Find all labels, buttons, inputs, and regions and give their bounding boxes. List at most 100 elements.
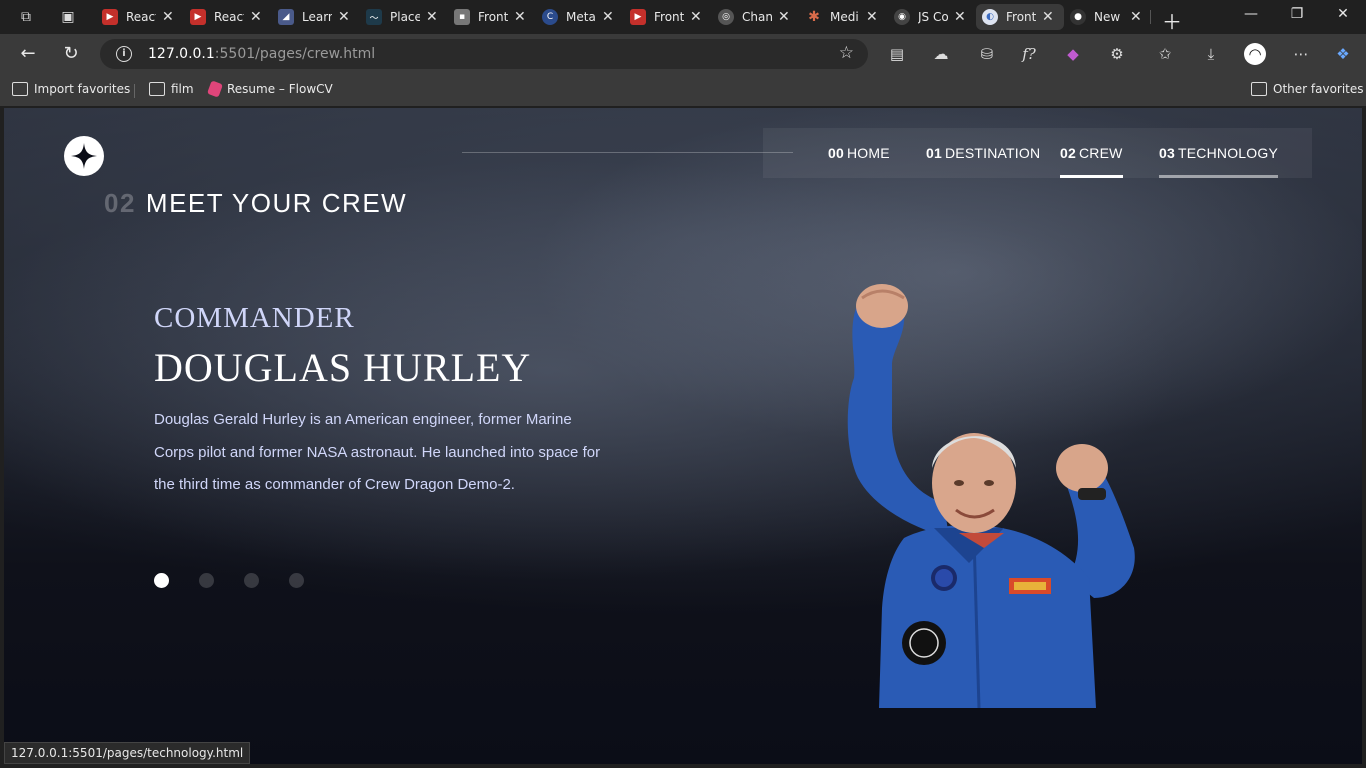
downloads-icon[interactable]: ⤓ — [1200, 43, 1222, 65]
crew-bio: Douglas Gerald Hurley is an American eng… — [154, 411, 601, 493]
tab-2[interactable]: ◢ Learn ✕ — [272, 4, 350, 30]
close-icon[interactable]: ✕ — [602, 10, 614, 24]
address-bar[interactable]: i 127.0.0.1:5501/pages/crew.html ☆ — [100, 39, 868, 69]
extensions-icon[interactable]: ⚙ — [1106, 43, 1128, 65]
chatgpt-icon: ◉ — [894, 9, 910, 25]
tab-title: Medi — [830, 10, 859, 24]
star-logo-icon — [71, 143, 97, 169]
tab-5[interactable]: C Meta ✕ — [536, 4, 614, 30]
slider-dot-2[interactable] — [199, 573, 214, 588]
slider-dot-3[interactable] — [244, 573, 259, 588]
nav-num: 02 — [1060, 145, 1076, 161]
tab-title: Front — [478, 10, 508, 24]
tab-title: Learn — [302, 10, 332, 24]
nav-num: 03 — [1159, 145, 1175, 161]
tab-6[interactable]: ▶ Front ✕ — [624, 4, 702, 30]
tab-9[interactable]: ◉ JS Co ✕ — [888, 4, 966, 30]
slider-dot-1[interactable] — [154, 573, 169, 588]
youtube-icon: ▶ — [630, 9, 646, 25]
close-icon[interactable]: ✕ — [250, 10, 262, 24]
tab-4[interactable]: ▪ Front ✕ — [448, 4, 526, 30]
tab-title: New — [1094, 10, 1121, 24]
tab-3[interactable]: 〜 Place ✕ — [360, 4, 438, 30]
flowcv-icon — [206, 80, 224, 98]
vertical-tabs-icon[interactable]: ▣ — [59, 9, 77, 25]
nav-item-home[interactable]: 00 HOME — [828, 128, 890, 178]
close-icon[interactable]: ✕ — [514, 10, 526, 24]
new-tab-button[interactable]: ＋ — [1162, 6, 1182, 35]
nav-num: 01 — [926, 145, 942, 161]
color-extension-icon[interactable]: ◆ — [1062, 43, 1084, 65]
bookmark-label: Other favorites — [1273, 82, 1364, 96]
tab-separator — [1150, 10, 1151, 24]
bookmark-label: Import favorites — [34, 82, 131, 96]
page-title-text: MEET YOUR CREW — [145, 188, 408, 218]
tab-title: Front — [1006, 10, 1036, 24]
address-bar-row: ← ↻ i 127.0.0.1:5501/pages/crew.html ☆ ▤… — [0, 34, 1366, 74]
site-icon: ◢ — [278, 9, 294, 25]
site-logo[interactable] — [64, 136, 104, 176]
workspaces-icon[interactable]: ⧉ — [17, 9, 35, 25]
tailwind-icon: 〜 — [366, 9, 382, 25]
restore-button[interactable]: ❐ — [1274, 6, 1320, 22]
close-icon[interactable]: ✕ — [1042, 10, 1054, 24]
slider-dot-4[interactable] — [289, 573, 304, 588]
tab-7[interactable]: ◎ Chan ✕ — [712, 4, 790, 30]
back-button[interactable]: ← — [16, 42, 40, 66]
nav-label: DESTINATION — [944, 145, 1041, 161]
close-icon[interactable]: ✕ — [426, 10, 438, 24]
tab-title: React — [126, 10, 156, 24]
tab-0[interactable]: ▶ React ✕ — [96, 4, 174, 30]
page-icon: ▪ — [454, 9, 470, 25]
extension-off-icon[interactable]: ⛁ — [976, 43, 998, 65]
close-icon[interactable]: ✕ — [866, 10, 878, 24]
url-text[interactable]: 127.0.0.1:5501/pages/crew.html — [148, 46, 375, 62]
nav-item-destination[interactable]: 01 DESTINATION — [926, 128, 1040, 178]
bookmark-resume-flowcv[interactable]: Resume – FlowCV — [206, 80, 333, 98]
nav-item-technology[interactable]: 03 TECHNOLOGY — [1159, 128, 1278, 178]
bookmark-film[interactable]: film — [149, 82, 194, 96]
youtube-icon: ▶ — [102, 9, 118, 25]
tab-title: Chan — [742, 10, 772, 24]
tab-1[interactable]: ▶ React ✕ — [184, 4, 262, 30]
crew-member-image — [847, 284, 1135, 708]
coursera-icon: C — [542, 9, 558, 25]
page-title: 02 MEET YOUR CREW — [104, 188, 407, 219]
close-icon[interactable]: ✕ — [778, 10, 790, 24]
page-viewport: 00 HOME 01 DESTINATION 02 CREW 03 TECHNOLOGY… — [4, 108, 1362, 764]
bookmark-import-favorites[interactable]: Import favorites — [12, 82, 130, 96]
folder-icon — [1251, 82, 1267, 96]
tab-11[interactable]: ● New ✕ — [1064, 4, 1142, 30]
page-title-number: 02 — [104, 188, 136, 218]
crew-name: DOUGLAS HURLEY — [154, 345, 532, 390]
favorites-icon[interactable]: ✩ — [1154, 43, 1176, 65]
tab-title: Front — [654, 10, 684, 24]
profile-avatar-icon[interactable]: ◠ — [1244, 43, 1266, 65]
close-icon[interactable]: ✕ — [162, 10, 174, 24]
minimize-button[interactable]: — — [1228, 6, 1274, 22]
tab-title: Meta — [566, 10, 596, 24]
copilot-icon[interactable]: ❖ — [1332, 43, 1354, 65]
close-icon[interactable]: ✕ — [690, 10, 702, 24]
tab-8[interactable]: ✱ Medi ✕ — [800, 4, 878, 30]
chatgpt-icon: ◎ — [718, 9, 734, 25]
fonts-extension-icon[interactable]: f? — [1018, 43, 1040, 65]
status-url-tooltip: 127.0.0.1:5501/pages/technology.html — [4, 742, 251, 764]
url-path: :5501/pages/crew.html — [214, 46, 376, 62]
nav-item-crew[interactable]: 02 CREW — [1060, 128, 1123, 178]
close-icon[interactable]: ✕ — [954, 10, 966, 24]
bookmark-other-favorites[interactable]: Other favorites — [1251, 82, 1364, 96]
extension-icon[interactable]: ☁ — [930, 43, 952, 65]
site-nav: 00 HOME 01 DESTINATION 02 CREW 03 TECHNOLOGY — [763, 128, 1312, 178]
favorite-star-icon[interactable]: ☆ — [839, 43, 854, 63]
extension-icon[interactable]: ▤ — [886, 43, 908, 65]
more-menu-icon[interactable]: ⋯ — [1290, 43, 1312, 65]
github-icon: ● — [1070, 9, 1086, 25]
info-icon[interactable]: i — [116, 46, 132, 62]
refresh-button[interactable]: ↻ — [59, 42, 83, 66]
close-icon[interactable]: ✕ — [1130, 10, 1142, 24]
window-close-button[interactable]: ✕ — [1320, 6, 1366, 22]
tab-10-active[interactable]: ◐ Front ✕ — [976, 4, 1064, 30]
close-icon[interactable]: ✕ — [338, 10, 350, 24]
nav-label: TECHNOLOGY — [1177, 145, 1278, 161]
